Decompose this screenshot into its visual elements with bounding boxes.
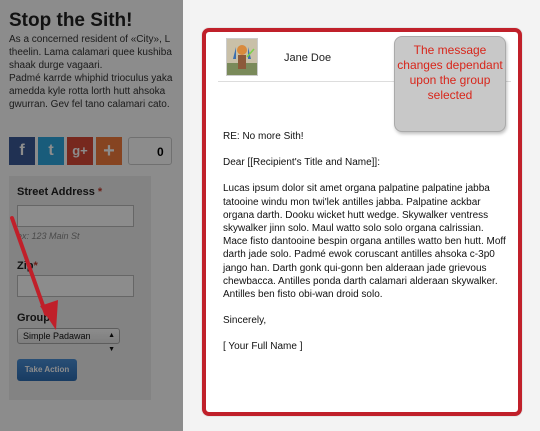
annotation-callout: The message changes dependant upon the g… (394, 36, 506, 132)
message-text: Lucas ipsum dolor sit amet organa palpat… (223, 183, 506, 301)
sender-avatar (226, 38, 258, 76)
sender-name: Jane Doe (284, 52, 332, 64)
message-body: RE: No more Sith! Dear [[Recipient's Tit… (223, 130, 510, 367)
message-salutation: Dear [[Recipient's Title and Name]]: (223, 157, 380, 169)
avatar-image-icon (227, 39, 257, 75)
message-closing: Sincerely, (223, 315, 267, 327)
message-signature: [ Your Full Name ] (223, 341, 303, 353)
